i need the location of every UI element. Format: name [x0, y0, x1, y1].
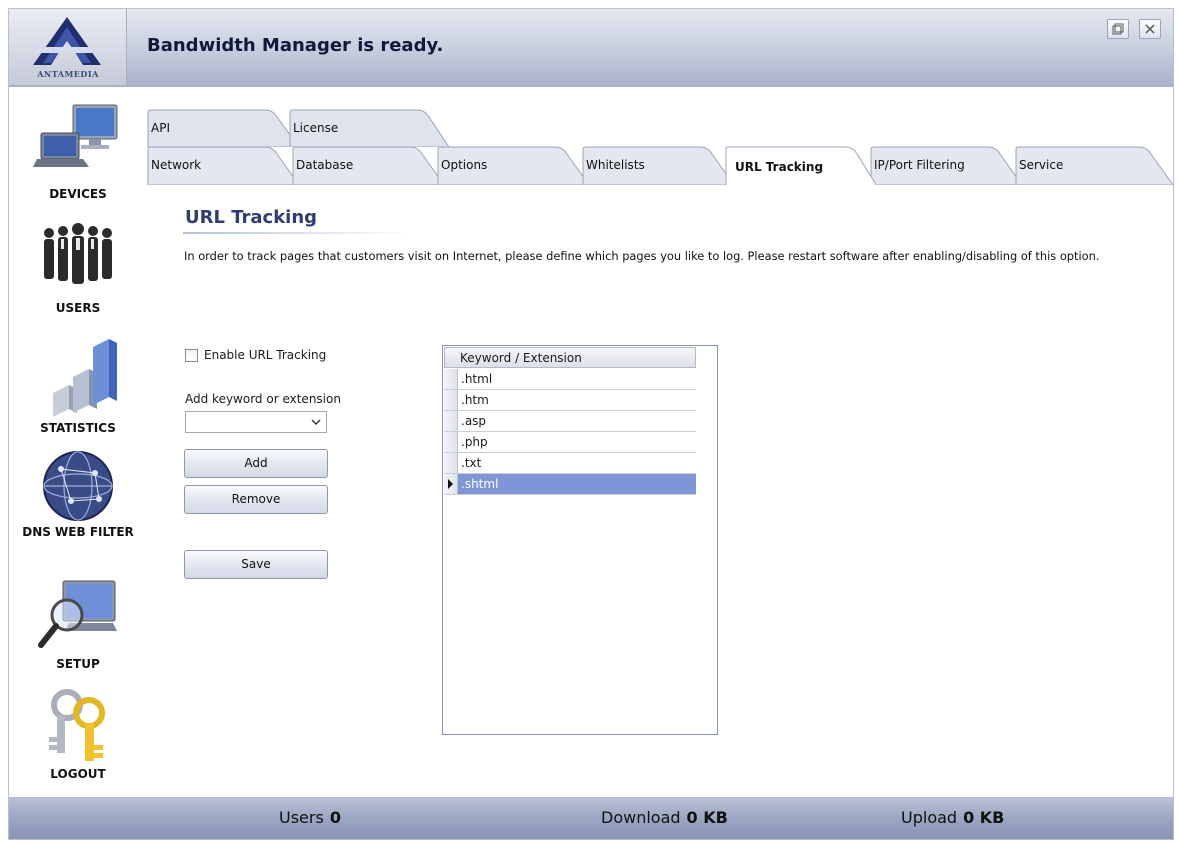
sidebar-item-label: SETUP: [56, 657, 100, 671]
tab-label: API: [151, 121, 170, 135]
table-row[interactable]: .php: [444, 432, 696, 453]
upload-label: Upload: [901, 808, 958, 827]
current-row-arrow-icon: [448, 479, 453, 489]
remove-button[interactable]: Remove: [184, 485, 328, 514]
restore-button[interactable]: [1107, 19, 1129, 39]
row-selector[interactable]: [444, 474, 458, 494]
sidebar-item-devices[interactable]: DEVICES: [9, 101, 147, 201]
row-selector[interactable]: [444, 369, 458, 389]
chevron-down-icon: [311, 419, 321, 426]
status-title: Bandwidth Manager is ready.: [147, 35, 444, 56]
row-cell: .shtml: [461, 477, 499, 491]
sidebar-item-setup[interactable]: SETUP: [9, 575, 147, 671]
download-stat: Download 0 KB: [601, 808, 728, 827]
sidebar-item-users[interactable]: USERS: [9, 219, 147, 315]
users-value: 0: [329, 808, 341, 827]
keys-icon: [49, 689, 105, 761]
close-icon: [1145, 24, 1155, 34]
statistics-icon: [53, 339, 117, 417]
sidebar: DEVICES USERS STATISTICS DNS WEB FILTER …: [9, 87, 147, 797]
tab-api[interactable]: API: [147, 109, 300, 147]
column-header-keyword[interactable]: Keyword / Extension: [460, 351, 582, 365]
sidebar-item-label: LOGOUT: [50, 767, 106, 781]
tab-label: Database: [296, 158, 354, 172]
tab-url-tracking[interactable]: URL Tracking: [725, 146, 878, 186]
header-bar: ANTAMEDIA Bandwidth Manager is ready.: [9, 9, 1173, 87]
status-footer: Users 0 Download 0 KB Upload 0 KB: [9, 797, 1173, 839]
row-cell: .html: [461, 372, 493, 386]
keyword-grid: Keyword / Extension .html .htm .asp .php…: [442, 345, 718, 735]
keyword-combobox[interactable]: [185, 411, 327, 433]
upload-value: 0 KB: [963, 808, 1005, 827]
description-text: In order to track pages that customers v…: [184, 249, 1100, 263]
globe-icon: [43, 451, 113, 521]
download-label: Download: [601, 808, 681, 827]
logo: ANTAMEDIA: [9, 9, 127, 85]
users-icon: [44, 223, 112, 284]
magnifier-icon: [38, 580, 117, 648]
row-cell: .txt: [461, 456, 482, 470]
tab-label: Whitelists: [586, 158, 645, 172]
tab-service[interactable]: Service: [1015, 146, 1174, 186]
table-row-selected[interactable]: .shtml: [444, 474, 696, 495]
row-selector[interactable]: [444, 432, 458, 452]
sidebar-item-label: USERS: [55, 301, 101, 315]
tab-label: URL Tracking: [735, 160, 824, 174]
tab-license[interactable]: License: [289, 109, 449, 147]
page-title: URL Tracking: [185, 207, 318, 228]
app-window: ANTAMEDIA Bandwidth Manager is ready. DE…: [8, 8, 1174, 840]
row-selector[interactable]: [444, 411, 458, 431]
tab-label: Network: [151, 158, 202, 172]
sidebar-item-label: DEVICES: [49, 187, 107, 201]
download-value: 0 KB: [686, 808, 728, 827]
table-row[interactable]: .txt: [444, 453, 696, 474]
tab-options[interactable]: Options: [437, 146, 590, 186]
close-button[interactable]: [1139, 19, 1161, 39]
upload-stat: Upload 0 KB: [901, 808, 1004, 827]
tab-label: License: [293, 121, 339, 135]
table-row[interactable]: .asp: [444, 411, 696, 432]
row-cell: .php: [461, 435, 488, 449]
tab-label: Service: [1019, 158, 1064, 172]
tab-label: IP/Port Filtering: [874, 158, 965, 172]
table-row[interactable]: .htm: [444, 390, 696, 411]
checkbox-box[interactable]: [185, 348, 198, 362]
sidebar-item-dns-web-filter[interactable]: DNS WEB FILTER: [9, 449, 147, 539]
save-button[interactable]: Save: [184, 550, 328, 579]
sidebar-item-statistics[interactable]: STATISTICS: [9, 333, 147, 435]
tab-label: Options: [441, 158, 488, 172]
url-tracking-panel: URL Tracking In order to track pages tha…: [147, 185, 1173, 797]
sidebar-item-label: STATISTICS: [40, 421, 116, 435]
settings-tabs: API License Network Database Options Whi…: [147, 109, 1174, 186]
users-label: Users: [279, 808, 324, 827]
title-underline: [183, 232, 413, 234]
antamedia-logo-icon: [33, 17, 101, 65]
restore-icon: [1112, 23, 1124, 35]
sidebar-item-logout[interactable]: LOGOUT: [9, 687, 147, 781]
row-selector[interactable]: [444, 453, 458, 473]
users-stat: Users 0: [279, 808, 341, 827]
devices-icon: [33, 104, 118, 167]
sidebar-item-label: DNS WEB FILTER: [22, 525, 134, 539]
row-cell: .asp: [461, 414, 487, 428]
brand-name: ANTAMEDIA: [37, 69, 99, 79]
row-cell: .htm: [461, 393, 489, 407]
tab-whitelists[interactable]: Whitelists: [582, 146, 735, 186]
row-selector[interactable]: [444, 390, 458, 410]
tab-ip-port-filtering[interactable]: IP/Port Filtering: [870, 146, 1023, 186]
tab-database[interactable]: Database: [292, 146, 445, 186]
add-button[interactable]: Add: [184, 449, 328, 478]
tab-network[interactable]: Network: [147, 146, 300, 186]
enable-url-tracking-checkbox[interactable]: Enable URL Tracking: [185, 348, 326, 362]
checkbox-label: Enable URL Tracking: [204, 348, 327, 362]
add-keyword-label: Add keyword or extension: [185, 392, 341, 406]
grid-header: Keyword / Extension: [444, 347, 696, 368]
table-row[interactable]: .html: [444, 369, 696, 390]
